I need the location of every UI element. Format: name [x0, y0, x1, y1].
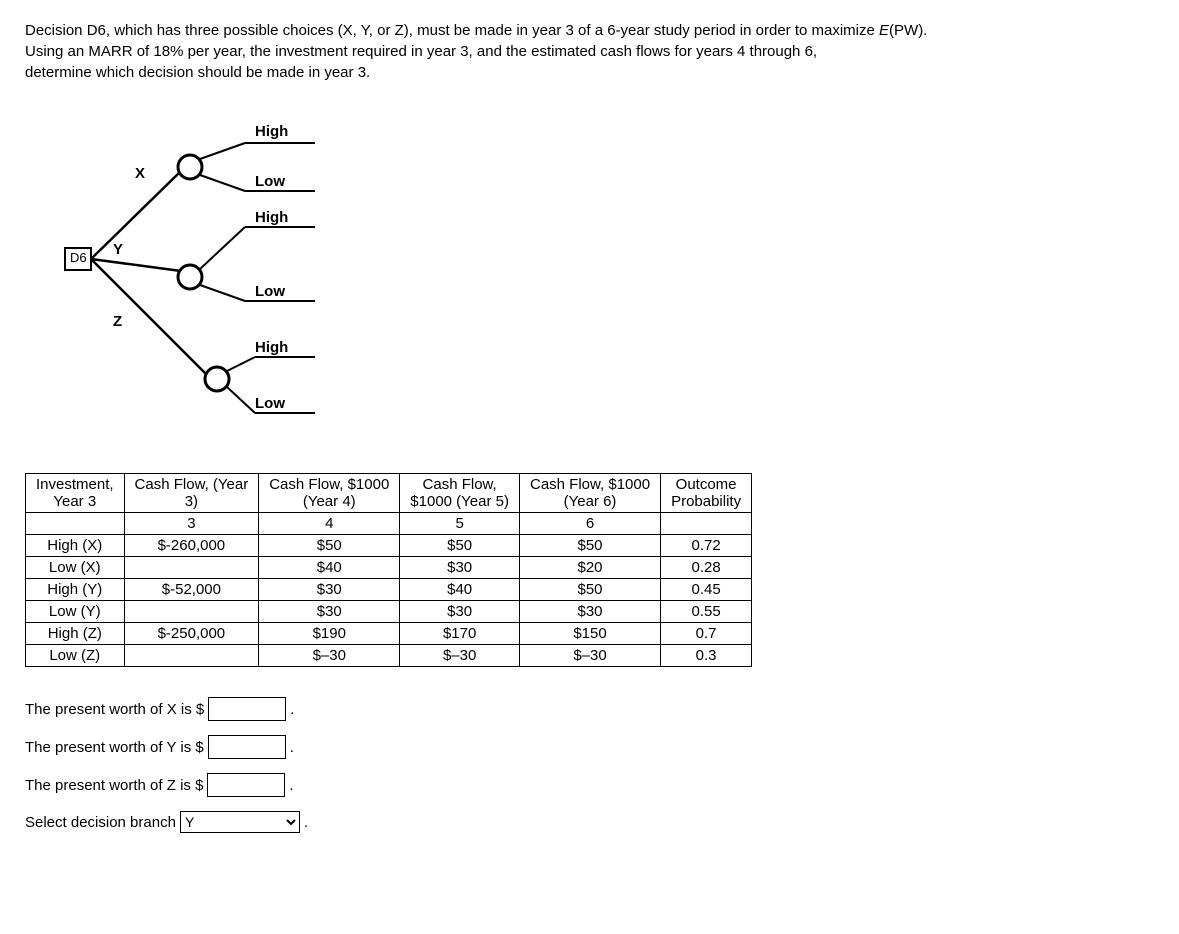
q-line3: determine which decision should be made … — [25, 64, 370, 81]
period: . — [289, 777, 293, 794]
pw-z-label: The present worth of Z is $ — [25, 777, 203, 794]
th2: Cash Flow, (Year3) — [124, 474, 259, 513]
z-low: Low — [255, 395, 285, 412]
answer-row-x: The present worth of X is $ . — [25, 697, 1154, 721]
table-row: Low (X) $40 $30 $20 0.28 — [26, 557, 752, 579]
period: . — [304, 814, 308, 831]
answer-row-y: The present worth of Y is $ . — [25, 735, 1154, 759]
x-low: Low — [255, 173, 285, 190]
pw-y-input[interactable] — [208, 735, 286, 759]
pw-z-input[interactable] — [207, 773, 285, 797]
q-line2: Using an MARR of 18% per year, the inves… — [25, 43, 817, 60]
node-d6: D6 — [70, 250, 87, 265]
select-branch-label: Select decision branch — [25, 814, 176, 831]
decision-tree-diagram: D6 X Y Z High Low High Low High Low — [45, 123, 345, 443]
branch-x: X — [135, 165, 145, 182]
x-high: High — [255, 123, 288, 140]
period: . — [290, 701, 294, 718]
th6: OutcomeProbability — [661, 474, 752, 513]
pw-x-label: The present worth of X is $ — [25, 701, 204, 718]
table-row: High (Y) $-52,000 $30 $40 $50 0.45 — [26, 579, 752, 601]
select-branch-dropdown[interactable]: Y — [180, 811, 300, 833]
q-line1a: Decision D6, which has three possible ch… — [25, 22, 879, 39]
y-low: Low — [255, 283, 285, 300]
answer-row-select: Select decision branch Y . — [25, 811, 1154, 833]
th3: Cash Flow, $1000(Year 4) — [259, 474, 400, 513]
th5: Cash Flow, $1000(Year 6) — [519, 474, 660, 513]
th1: Investment,Year 3 — [26, 474, 125, 513]
table-row: High (X) $-260,000 $50 $50 $50 0.72 — [26, 535, 752, 557]
q-line1b: E — [879, 22, 889, 39]
table-header-row: Investment,Year 3 Cash Flow, (Year3) Cas… — [26, 474, 752, 513]
answer-row-z: The present worth of Z is $ . — [25, 773, 1154, 797]
pw-x-input[interactable] — [208, 697, 286, 721]
table-row: High (Z) $-250,000 $190 $170 $150 0.7 — [26, 623, 752, 645]
table-row: Low (Y) $30 $30 $30 0.55 — [26, 601, 752, 623]
cash-flow-table: Investment,Year 3 Cash Flow, (Year3) Cas… — [25, 473, 752, 667]
tree-svg — [45, 123, 345, 443]
y-high: High — [255, 209, 288, 226]
table-row: Low (Z) $–30 $–30 $–30 0.3 — [26, 645, 752, 667]
z-high: High — [255, 339, 288, 356]
q-line1c: (PW). — [889, 22, 927, 39]
branch-z: Z — [113, 313, 122, 330]
th4: Cash Flow,$1000 (Year 5) — [400, 474, 520, 513]
pw-y-label: The present worth of Y is $ — [25, 739, 204, 756]
question-text: Decision D6, which has three possible ch… — [25, 20, 1154, 83]
period: . — [290, 739, 294, 756]
table-subheader-row: 3 4 5 6 — [26, 513, 752, 535]
branch-y: Y — [113, 241, 123, 258]
